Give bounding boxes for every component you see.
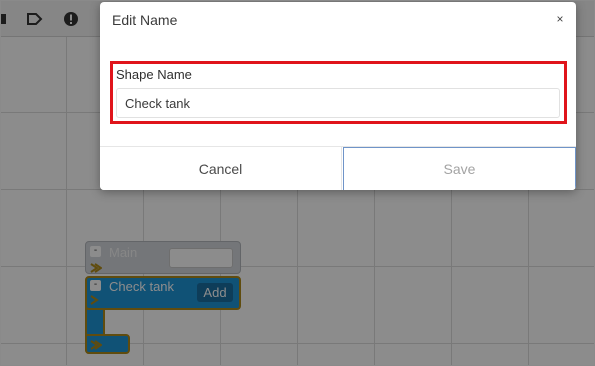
cancel-button[interactable]: Cancel xyxy=(100,147,342,190)
app-window: - Main - Check tank Add Edit Name × Shap… xyxy=(0,0,595,366)
shape-name-input[interactable] xyxy=(116,88,560,118)
shape-name-label: Shape Name xyxy=(116,67,192,82)
edit-name-dialog: Edit Name × Shape Name Cancel Save xyxy=(100,2,576,190)
dialog-title: Edit Name xyxy=(112,12,178,28)
close-icon[interactable]: × xyxy=(554,12,566,26)
save-button[interactable]: Save xyxy=(343,147,576,190)
dialog-header: Edit Name × xyxy=(100,2,576,38)
dialog-footer: Cancel Save xyxy=(100,146,576,190)
